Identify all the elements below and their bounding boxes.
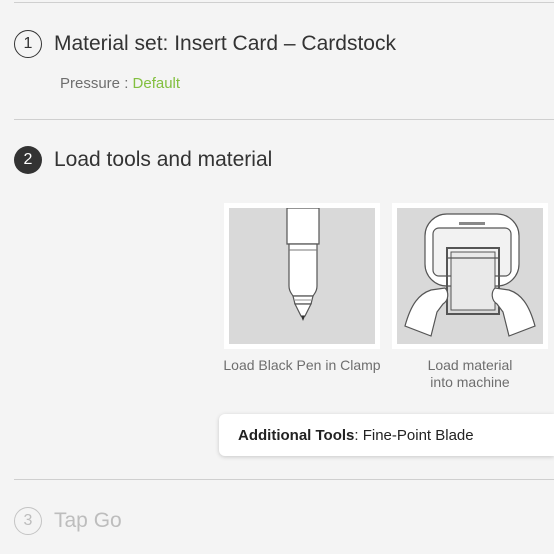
step-1-number: 1 <box>14 30 42 58</box>
black-pen-illustration <box>286 208 320 321</box>
tap-go-label[interactable]: Tap Go <box>54 509 122 533</box>
machine-loading-illustration <box>404 213 536 337</box>
machine-caption-line-2: into machine <box>430 374 510 390</box>
machine-caption-line-1: Load material <box>427 357 513 373</box>
pressure-value[interactable]: Default <box>133 75 181 92</box>
step-2-divider <box>14 479 554 480</box>
pressure-label: Pressure : <box>60 75 129 92</box>
step-1-divider <box>14 119 554 120</box>
machine-card-caption: Load material into machine <box>392 357 548 391</box>
step-1-title: Material set: Insert Card – Cardstock <box>54 32 396 55</box>
pressure-setting: Pressure : Default <box>60 75 180 92</box>
additional-tools-value: : Fine-Point Blade <box>354 426 474 444</box>
additional-tools-label: Additional Tools <box>238 426 355 444</box>
pen-card-caption: Load Black Pen in Clamp <box>223 357 381 373</box>
step-2-number: 2 <box>14 146 42 174</box>
machine-card <box>392 203 548 349</box>
top-divider <box>14 2 554 3</box>
step-2-title: Load tools and material <box>54 148 273 171</box>
step-3-number: 3 <box>14 507 42 535</box>
pen-card <box>224 203 380 349</box>
additional-tools-panel: Additional Tools: Fine-Point Blade <box>219 414 554 456</box>
